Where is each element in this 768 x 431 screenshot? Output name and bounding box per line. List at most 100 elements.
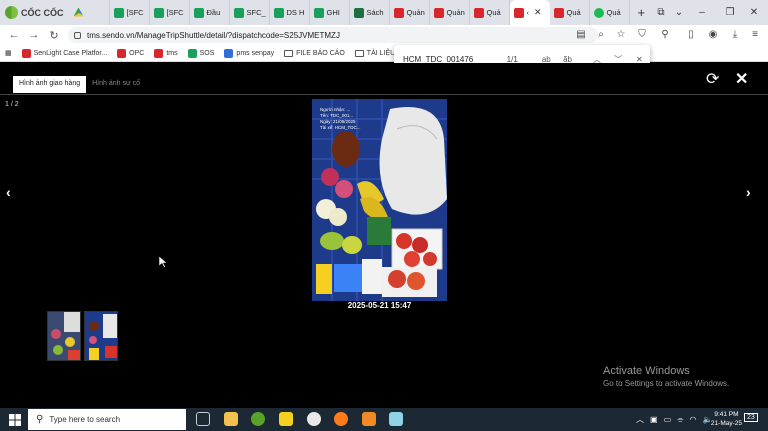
bookmark-favicon-icon xyxy=(154,48,164,58)
zoom-icon[interactable]: ⌕ xyxy=(594,28,608,42)
browser-tab-label: Đầu xyxy=(206,8,221,17)
back-icon[interactable]: ← xyxy=(4,29,24,41)
thumbnail-2[interactable] xyxy=(84,311,118,361)
url-bar[interactable]: tms.sendo.vn/ManageTripShuttle/detail/?d… xyxy=(68,27,598,43)
browser-tab[interactable]: Quản xyxy=(390,0,430,25)
tab-close-icon[interactable]: ✕ xyxy=(534,7,542,18)
next-image-icon[interactable]: › xyxy=(746,184,751,200)
browser-tab[interactable]: SFC_ xyxy=(230,0,270,25)
file-explorer-icon[interactable] xyxy=(224,412,238,426)
download-icon[interactable]: ⤓ xyxy=(728,28,742,42)
bookmark-item[interactable]: TÀI LIỆU xyxy=(350,49,400,58)
tab-favicon-icon xyxy=(273,7,284,18)
menu-icon[interactable]: ≡ xyxy=(748,28,762,42)
chat-app-icon[interactable] xyxy=(307,412,321,426)
bookmark-item[interactable]: SOS xyxy=(183,48,220,58)
thumbnail-1[interactable] xyxy=(47,311,81,361)
site-info-icon[interactable] xyxy=(74,31,81,39)
bookmark-item[interactable]: SenLight Case Platfor... xyxy=(17,48,113,58)
new-tab-button[interactable]: + xyxy=(630,5,654,20)
forward-icon[interactable]: → xyxy=(24,29,44,41)
windows-logo-icon xyxy=(9,414,21,426)
profile-icon[interactable]: ◉ xyxy=(706,28,720,42)
browser-tab-label: Sách xyxy=(366,8,384,17)
bookmark-item[interactable]: FILE BÁO CÁO xyxy=(279,49,350,58)
windows-taskbar: ⚲ Type here to search ︿ ▣ ▭ ⌯ ◠ 🔈 9:41 P… xyxy=(0,408,768,431)
browser-tab[interactable]: Quản xyxy=(430,0,470,25)
coccoc-taskbar-icon[interactable] xyxy=(251,412,265,426)
dropdown-icon[interactable]: ⌄ xyxy=(670,7,688,18)
browser-tab-label: Quản xyxy=(446,8,465,17)
network-icon[interactable]: ⌯ xyxy=(677,415,683,425)
tab-incident-images[interactable]: Hình ảnh sự cố xyxy=(86,76,146,93)
tab-favicon-icon xyxy=(513,7,524,18)
browser-tab[interactable]: GHI xyxy=(310,0,350,25)
rotate-icon[interactable]: ⟳ xyxy=(706,69,719,89)
browser-tab[interactable]: Quả xyxy=(550,0,590,25)
tab-favicon-icon xyxy=(553,7,564,18)
task-view-icon[interactable] xyxy=(196,412,210,426)
browser-tab[interactable]: DS H xyxy=(270,0,310,25)
tray-app-icon[interactable]: ▣ xyxy=(650,415,658,424)
browser-tab[interactable]: Quả xyxy=(590,0,630,25)
previous-image-icon[interactable]: ‹ xyxy=(6,184,11,200)
app-icon-2[interactable] xyxy=(389,412,403,426)
browser-tab[interactable]: ‹ ✕ xyxy=(509,0,550,25)
browser-tab[interactable]: [SFC xyxy=(150,0,190,25)
tray-chevron-icon[interactable]: ︿ xyxy=(636,414,644,425)
maximize-icon[interactable]: ❐ xyxy=(716,7,744,18)
photo-timestamp-overlay: Người nhận: ... Tên: TDC_001... Ngày: 21/0… xyxy=(320,107,361,131)
viewer-divider xyxy=(0,94,768,95)
bookmark-list: SenLight Case Platfor... OPC tms SOS pms sen… xyxy=(17,48,444,58)
taskbar-search-box[interactable]: ⚲ Type here to search xyxy=(28,409,186,430)
browser-tab-label: Quả xyxy=(486,8,501,17)
bookmark-star-icon[interactable]: ☆ xyxy=(614,28,628,42)
extensions-icon[interactable]: ⚲ xyxy=(658,28,672,42)
browser-tab[interactable] xyxy=(70,0,110,25)
translate-icon[interactable]: ▤ xyxy=(574,28,588,42)
bookmark-label: pms senpay xyxy=(236,49,275,57)
tab-list: [SFC [SFC Đầu SFC_ DS H GHI Sách Quản Quản Quả ‹ ✕ Q… xyxy=(70,0,630,25)
close-window-icon[interactable]: ✕ xyxy=(744,7,764,18)
bookmark-favicon-icon xyxy=(224,48,234,58)
bookmark-label: TÀI LIỆU xyxy=(366,49,396,57)
tab-favicon-icon xyxy=(193,7,204,18)
taskbar-clock[interactable]: 9:41 PM 21-May-25 xyxy=(711,410,742,428)
shield-icon[interactable]: ⛉ xyxy=(635,28,649,42)
sidebar-icon[interactable]: ▯ xyxy=(684,28,698,42)
browser-tab[interactable]: Đầu xyxy=(190,0,230,25)
reload-icon[interactable]: ↻ xyxy=(44,29,64,42)
minimize-icon[interactable]: – xyxy=(688,7,716,18)
browser-tab-label: DS H xyxy=(286,8,305,17)
bookmark-item[interactable]: pms senpay xyxy=(219,48,279,58)
browser-tab-label: [SFC xyxy=(126,8,144,17)
bookmark-item[interactable]: tms xyxy=(149,48,182,58)
close-viewer-icon[interactable]: ✕ xyxy=(735,69,748,89)
tab-delivery-images[interactable]: Hình ảnh giao hàng xyxy=(13,76,87,93)
mouse-cursor-icon xyxy=(159,256,167,268)
reading-list-icon[interactable]: ⧉ xyxy=(652,7,670,18)
notification-badge[interactable]: 23 xyxy=(744,413,758,422)
browser-tab[interactable]: Quả xyxy=(470,0,510,25)
browser-tab[interactable]: Sách xyxy=(350,0,390,25)
browser-app-icon[interactable] xyxy=(334,412,348,426)
app-icon[interactable] xyxy=(362,412,376,426)
stamp-line: Tài xế: HCM_TDC... xyxy=(320,125,361,130)
battery-icon[interactable]: ▭ xyxy=(664,415,672,424)
windows-start-icon[interactable] xyxy=(9,413,21,426)
apps-icon[interactable]: ▦ xyxy=(0,49,17,57)
url-text[interactable]: tms.sendo.vn/ManageTripShuttle/detail/?d… xyxy=(87,31,340,40)
thumbnail-2-image xyxy=(85,312,117,360)
window-controls: ⧉ ⌄ – ❐ ✕ xyxy=(652,0,764,25)
browser-tab-label: Quả xyxy=(566,8,581,17)
viewer-tabs: Hình ảnh giao hàng Hình ảnh sự cố xyxy=(13,76,146,93)
photo-caption: 2025-05-21 15:47 xyxy=(347,301,412,310)
browser-logo[interactable]: CỐC CỐC xyxy=(0,0,70,25)
bookmark-favicon-icon xyxy=(117,48,127,58)
browser-tab[interactable]: [SFC xyxy=(110,0,150,25)
system-tray: ︿ ▣ ▭ ⌯ ◠ 🔈 xyxy=(636,408,712,431)
tab-favicon-icon xyxy=(113,7,124,18)
bookmark-item[interactable]: OPC xyxy=(112,48,149,58)
sticky-notes-icon[interactable] xyxy=(279,412,293,426)
wifi-icon[interactable]: ◠ xyxy=(690,415,697,424)
